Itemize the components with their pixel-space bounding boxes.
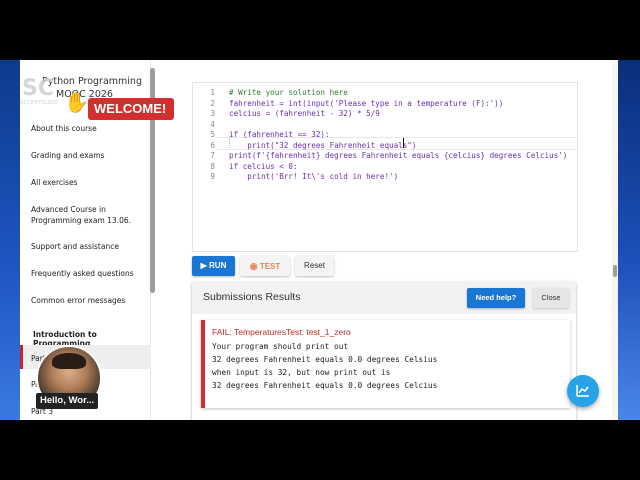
fail-message-line: 32 degrees Fahrenheit equals 0.0 degrees… <box>212 355 438 364</box>
code-line: 6 print("32 degrees Fahrenheit equals") <box>193 141 577 152</box>
sidebar-item-support[interactable]: Support and assistance <box>31 241 151 252</box>
code-line: 5 if (fahrenheit == 32): <box>193 130 577 141</box>
statistics-fab-button[interactable] <box>567 375 599 407</box>
run-button[interactable]: ▶ RUN <box>192 256 235 276</box>
sidebar-item-errors[interactable]: Common error messages <box>31 295 151 306</box>
sidebar-item-all-exercises[interactable]: All exercises <box>31 177 151 188</box>
logo-small: screencast <box>20 98 58 106</box>
play-icon: ▶ <box>200 261 207 270</box>
line-number: 5 <box>210 130 215 139</box>
sidebar-item-faq[interactable]: Frequently asked questions <box>31 268 151 279</box>
waving-hand-icon: ✋ <box>64 90 89 114</box>
webcam-hair <box>52 353 86 369</box>
fail-message-line: Your program should print out <box>212 342 349 351</box>
run-button-label: RUN <box>209 261 227 270</box>
eye-icon: ◉ <box>249 261 258 271</box>
screen: Python Programming MOOC 2026 About this … <box>0 60 640 420</box>
code-line: 7 print(f'{fahrenheit} degrees Fahrenheit… <box>193 151 577 162</box>
desktop-background-right <box>618 60 640 420</box>
line-number: 9 <box>210 172 215 181</box>
line-number: 4 <box>210 119 215 129</box>
close-button[interactable]: Close <box>533 288 569 308</box>
sidebar-item-advanced-exam[interactable]: Advanced Course in Programming exam 13.0… <box>31 204 131 226</box>
code-text: if (fahrenheit == 32): <box>229 130 330 139</box>
line-number: 2 <box>210 98 215 108</box>
sidebar-item-about[interactable]: About this course <box>31 123 151 134</box>
text-cursor <box>403 138 404 148</box>
code-text: if celcius < 0: <box>229 161 298 171</box>
fail-message-line: when input is 32, but now print out is <box>212 368 391 377</box>
code-line: 9 print('Brr! It\'s cold in here!') <box>193 172 577 183</box>
sidebar-item-grading[interactable]: Grading and exams <box>31 150 151 161</box>
line-number: 3 <box>210 109 215 118</box>
code-text: # Write your solution here <box>229 88 348 97</box>
test-button[interactable]: ◉ TEST <box>240 256 290 276</box>
line-number: 1 <box>210 88 215 97</box>
line-number: 7 <box>210 151 215 160</box>
line-number: 6 <box>210 140 215 150</box>
reset-button[interactable]: Reset <box>295 256 334 276</box>
chart-icon <box>576 385 589 397</box>
results-header: Submissions Results Need help? Close <box>192 282 576 314</box>
desktop-background-left <box>0 60 20 420</box>
code-text: print(f'{fahrenheit} degrees Fahrenheit … <box>229 151 568 160</box>
test-button-label: TEST <box>259 262 281 271</box>
line-number: 8 <box>210 161 215 171</box>
code-line: 8 if celcius < 0: <box>193 162 577 173</box>
webcam-label: Hello, Wor... <box>36 393 99 409</box>
results-title: Submissions Results <box>203 291 301 303</box>
fail-message-line: 32 degrees Fahrenheit equals 0.0 degrees… <box>212 381 438 390</box>
code-text: fahrenheit = int(input('Please type in a… <box>229 98 504 108</box>
main-scrollbar-thumb[interactable] <box>613 265 617 277</box>
code-line: 2 fahrenheit = int(input('Please type in … <box>193 99 577 110</box>
code-text: print('Brr! It\'s cold in here!') <box>229 172 399 181</box>
welcome-banner: WELCOME! <box>88 98 175 120</box>
indent-guide <box>229 137 231 148</box>
code-text: celcius = (fahrenheit - 32) * 5/9 <box>229 109 380 118</box>
submissions-results-panel: Submissions Results Need help? Close FAI… <box>192 282 576 420</box>
test-result-card: FAIL: TemperaturesTest: test_1_zero Your… <box>201 320 570 408</box>
code-line: 1 # Write your solution here <box>193 88 577 99</box>
code-line: 4 <box>193 120 577 131</box>
code-line: 3 celcius = (fahrenheit - 32) * 5/9 <box>193 109 577 120</box>
code-editor[interactable]: 1 # Write your solution here 2 fahrenheit =… <box>192 82 578 252</box>
fail-title: FAIL: TemperaturesTest: test_1_zero <box>212 327 351 337</box>
code-text: print("32 degrees Fahrenheit equals") <box>229 140 417 150</box>
need-help-button[interactable]: Need help? <box>467 288 525 308</box>
